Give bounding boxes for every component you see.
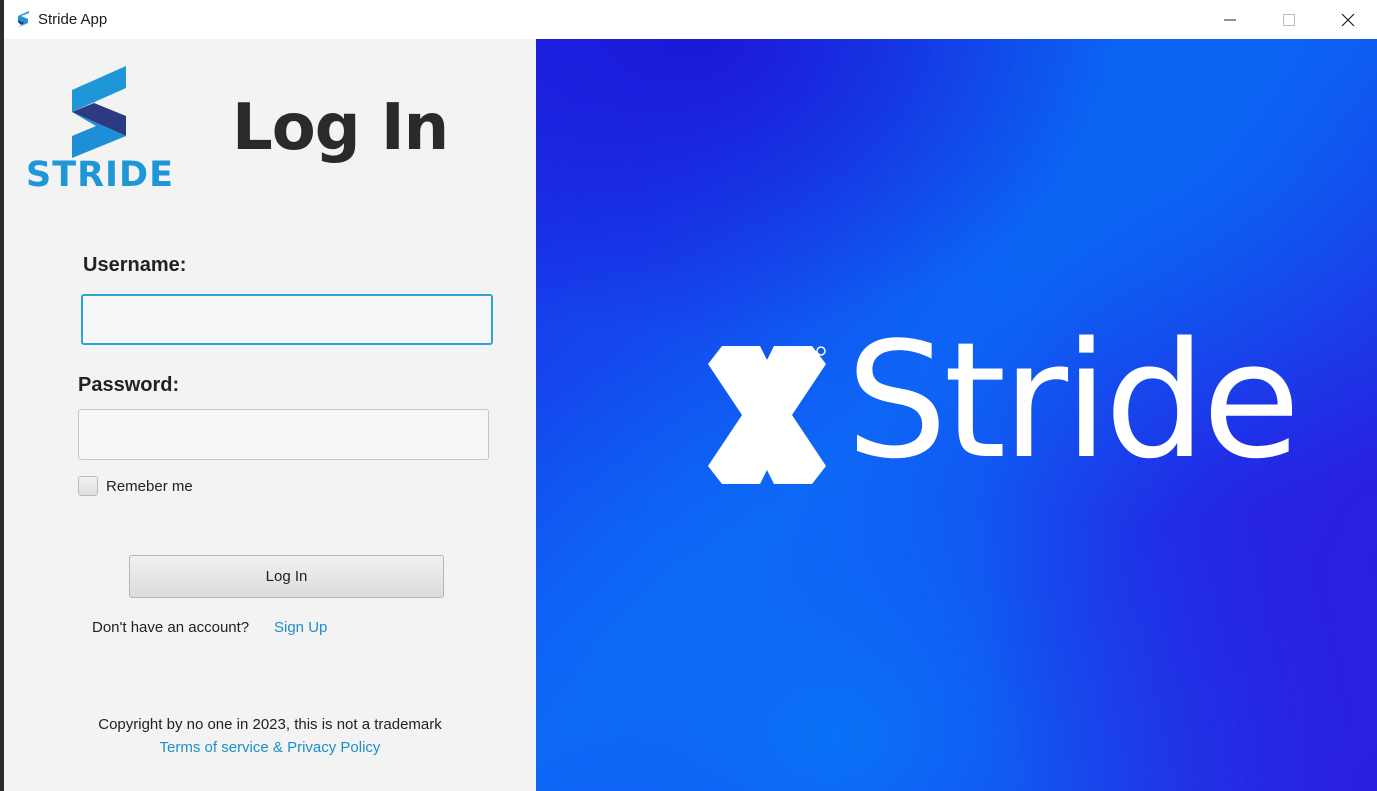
password-input[interactable]: [78, 409, 489, 460]
maximize-button[interactable]: [1260, 0, 1318, 39]
page-title: Log In: [232, 91, 449, 165]
copyright-text: Copyright by no one in 2023, this is not…: [98, 716, 442, 733]
minimize-icon: [1224, 19, 1236, 20]
log-in-button[interactable]: Log In: [129, 555, 444, 598]
stride-s-icon: [17, 11, 29, 28]
no-account-text: Don't have an account?: [92, 619, 250, 636]
login-panel: STRIDE Log In Username: Password: Remebe…: [4, 39, 536, 791]
username-input[interactable]: [81, 294, 493, 345]
close-button[interactable]: [1319, 0, 1377, 39]
maximize-icon: [1283, 13, 1295, 26]
title-bar[interactable]: Stride App: [4, 0, 1377, 39]
remember-me-checkbox[interactable]: [78, 476, 98, 496]
terms-privacy-link[interactable]: Terms of service & Privacy Policy: [4, 739, 536, 756]
app-window: Stride App STRIDE Log In Username: Passw…: [4, 0, 1377, 791]
hero-brand-text: Stride: [846, 307, 1301, 494]
password-label: Password:: [78, 374, 180, 396]
sign-up-link[interactable]: Sign Up: [274, 619, 327, 636]
username-label: Username:: [83, 254, 187, 276]
minimize-button[interactable]: [1201, 0, 1259, 39]
window-title: Stride App: [38, 11, 108, 28]
stride-x-logo-icon: [708, 346, 826, 484]
brand-logo-text: STRIDE: [26, 155, 175, 195]
hero-banner: Stride: [536, 39, 1377, 791]
remember-me-label[interactable]: Remeber me: [106, 478, 193, 495]
close-icon: [1341, 13, 1355, 26]
